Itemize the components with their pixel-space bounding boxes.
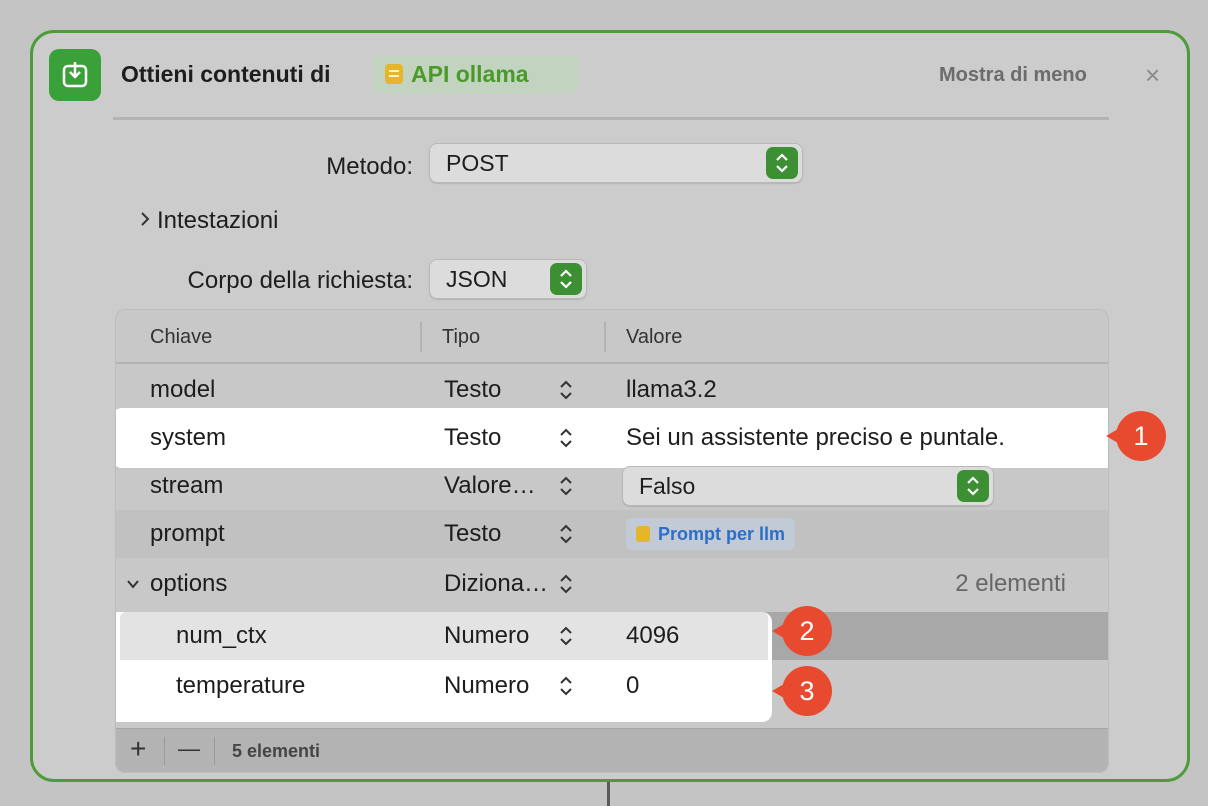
show-less-button[interactable]: Mostra di meno bbox=[939, 64, 1087, 87]
callout-badge-2: 2 bbox=[772, 606, 832, 656]
document-icon bbox=[385, 64, 403, 84]
row-type: Numero bbox=[444, 622, 530, 649]
row-value: Falso bbox=[639, 472, 696, 499]
row-key: stream bbox=[150, 472, 224, 499]
column-header-key: Chiave bbox=[150, 326, 213, 348]
updown-chevron-icon[interactable] bbox=[558, 674, 574, 698]
footer-separator bbox=[164, 737, 165, 765]
updown-chevron-icon[interactable] bbox=[558, 522, 574, 546]
callout-badge-1: 1 bbox=[1106, 411, 1166, 461]
row-key: num_ctx bbox=[176, 622, 267, 649]
table-row[interactable]: options Diziona… 2 elementi bbox=[116, 560, 1108, 608]
column-header-value: Valore bbox=[626, 326, 683, 348]
variable-token-prompt[interactable]: Prompt per llm bbox=[626, 518, 796, 550]
action-title: Ottieni contenuti di bbox=[121, 61, 331, 87]
row-value[interactable]: 0 bbox=[626, 672, 639, 700]
updown-chevron-icon bbox=[766, 147, 798, 179]
chevron-right-icon bbox=[139, 207, 151, 235]
row-key: prompt bbox=[150, 520, 225, 547]
table-header: Chiave Tipo Valore bbox=[116, 310, 1108, 364]
updown-chevron-icon[interactable] bbox=[558, 572, 574, 596]
table-row[interactable]: model Testo llama3.2 bbox=[116, 366, 1108, 414]
body-type-value: JSON bbox=[446, 265, 508, 292]
action-card: Ottieni contenuti di API ollama Mostra d… bbox=[30, 30, 1190, 782]
body-label: Corpo della richiesta: bbox=[187, 267, 413, 294]
download-icon[interactable] bbox=[49, 49, 101, 101]
row-type: Testo bbox=[444, 520, 502, 547]
table-row[interactable]: stream Valore… Falso bbox=[116, 462, 1108, 510]
table-row[interactable]: temperature Numero 0 bbox=[116, 662, 1108, 710]
table-row[interactable]: system Testo Sei un assistente preciso e… bbox=[116, 414, 1108, 462]
callout-badge-3: 3 bbox=[772, 666, 832, 716]
footer-separator bbox=[214, 737, 215, 765]
row-type: Testo bbox=[444, 424, 502, 451]
close-icon[interactable]: × bbox=[1145, 62, 1160, 88]
variable-token-api-ollama[interactable]: API ollama bbox=[373, 55, 579, 93]
connector-line bbox=[607, 782, 610, 806]
column-separator bbox=[604, 322, 606, 352]
column-header-type: Tipo bbox=[442, 326, 481, 348]
table-row[interactable]: num_ctx Numero 4096 bbox=[120, 612, 768, 660]
method-label: Metodo: bbox=[326, 153, 413, 180]
stream-value-select[interactable]: Falso bbox=[622, 466, 994, 506]
method-value: POST bbox=[446, 149, 509, 176]
headers-disclosure[interactable]: Intestazioni bbox=[139, 207, 278, 235]
row-key: model bbox=[150, 376, 216, 403]
column-separator bbox=[420, 322, 422, 352]
remove-row-button[interactable]: — bbox=[178, 733, 200, 765]
headers-label: Intestazioni bbox=[157, 207, 279, 234]
row-key: system bbox=[150, 424, 227, 451]
request-body-table: Chiave Tipo Valore model Testo llama3.2 … bbox=[115, 309, 1109, 773]
element-count: 5 elementi bbox=[232, 741, 321, 761]
updown-chevron-icon bbox=[550, 263, 582, 295]
row-value[interactable]: llama3.2 bbox=[626, 376, 717, 404]
updown-chevron-icon[interactable] bbox=[558, 624, 574, 648]
body-type-select[interactable]: JSON bbox=[429, 259, 587, 299]
row-type: Diziona… bbox=[444, 570, 549, 597]
row-value: Prompt per llm bbox=[658, 523, 786, 544]
variable-label: API ollama bbox=[411, 60, 529, 87]
row-value[interactable]: Sei un assistente preciso e puntale. bbox=[626, 424, 1005, 452]
row-key: options bbox=[150, 570, 228, 597]
method-select[interactable]: POST bbox=[429, 143, 803, 183]
row-type: Testo bbox=[444, 376, 502, 403]
row-type: Numero bbox=[444, 672, 530, 699]
table-footer: + — 5 elementi bbox=[116, 728, 1108, 772]
table-row[interactable]: prompt Testo Prompt per llm bbox=[116, 510, 1108, 558]
row-type: Valore… bbox=[444, 472, 536, 499]
updown-chevron-icon[interactable] bbox=[558, 378, 574, 402]
divider bbox=[113, 117, 1109, 120]
updown-chevron-icon[interactable] bbox=[558, 426, 574, 450]
row-value: 2 elementi bbox=[955, 570, 1066, 597]
chevron-down-icon[interactable] bbox=[126, 578, 140, 590]
row-value[interactable]: 4096 bbox=[626, 622, 679, 650]
document-icon bbox=[636, 526, 650, 542]
row-key: temperature bbox=[176, 672, 306, 699]
updown-chevron-icon bbox=[957, 470, 989, 502]
updown-chevron-icon[interactable] bbox=[558, 474, 574, 498]
add-row-button[interactable]: + bbox=[130, 733, 146, 765]
